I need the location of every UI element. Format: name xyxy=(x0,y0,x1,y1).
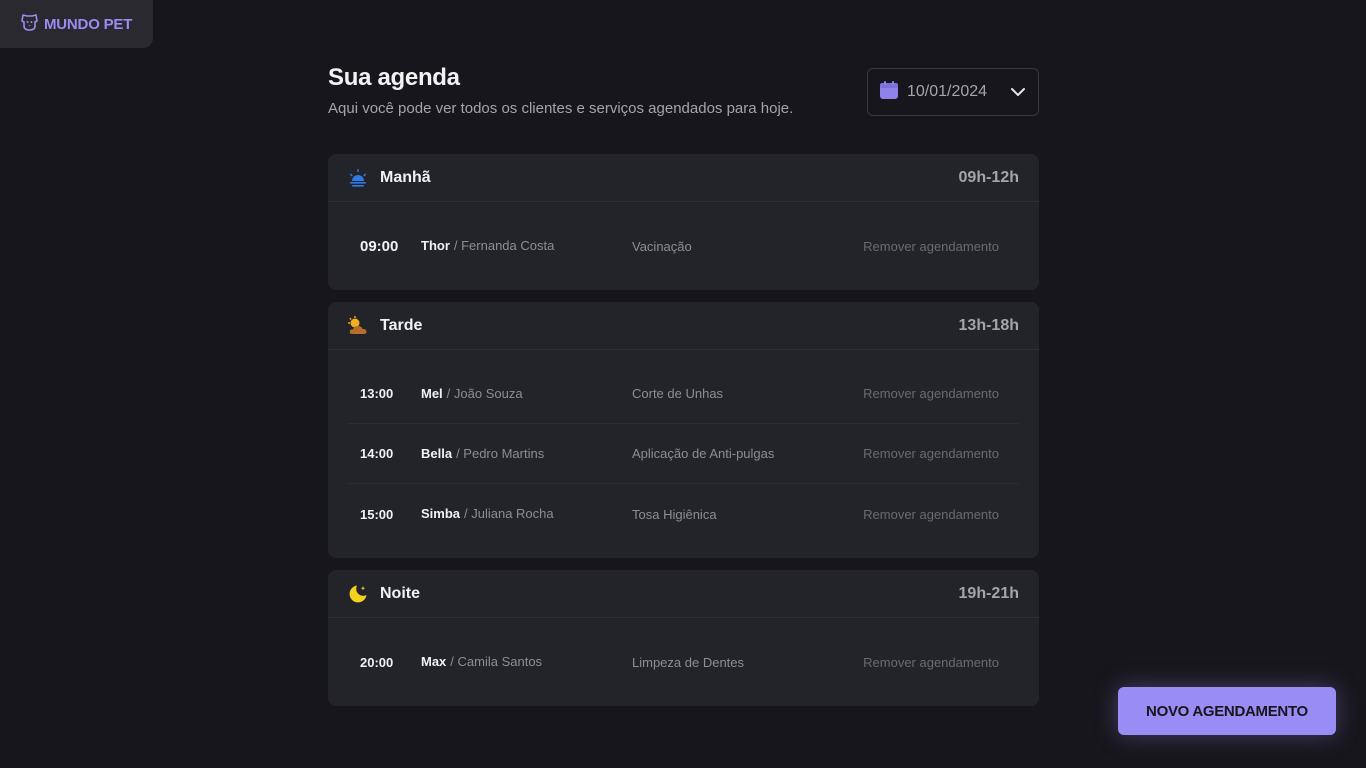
appointment-time: 15:00 xyxy=(360,506,394,522)
page-header: Sua agenda Aqui você pode ver todos os c… xyxy=(328,64,1039,120)
remove-appointment-button[interactable]: Remover agendamento xyxy=(863,386,999,401)
period-morning: Manhã 09h-12h 09:00 Thor / Fernanda Costa… xyxy=(328,154,1039,290)
owner-name: / Juliana Rocha xyxy=(464,506,554,521)
remove-appointment-button[interactable]: Remover agendamento xyxy=(863,239,999,254)
service-name: Aplicação de Anti-pulgas xyxy=(632,446,775,461)
brand-name: MUNDO PET xyxy=(44,15,133,33)
dog-icon xyxy=(20,13,39,36)
pet-name: Max xyxy=(421,654,447,669)
appointment-row: 09:00 Thor / Fernanda Costa Vacinação Rem… xyxy=(348,216,1019,276)
moon-icon xyxy=(348,584,368,604)
owner-name: / Camila Santos xyxy=(450,654,543,669)
calendar-icon xyxy=(879,80,899,105)
chevron-down-icon xyxy=(1010,84,1026,105)
remove-appointment-button[interactable]: Remover agendamento xyxy=(863,507,999,522)
appointment-time: 09:00 xyxy=(360,237,399,255)
service-name: Corte de Unhas xyxy=(632,386,724,401)
new-appointment-button[interactable]: NOVO AGENDAMENTO xyxy=(1118,687,1336,735)
period-name: Noite xyxy=(380,584,420,602)
period-header: Manhã 09h-12h xyxy=(328,154,1039,202)
appointment-row: 13:00 Mel / João Souza Corte de Unhas Rem… xyxy=(348,364,1019,424)
pet-name: Simba xyxy=(421,506,461,521)
service-name: Vacinação xyxy=(632,238,692,254)
owner-name: / Pedro Martins xyxy=(456,445,545,461)
service-name: Limpeza de Dentes xyxy=(632,654,745,670)
date-picker[interactable]: 10/01/2024 xyxy=(867,68,1039,116)
pet-name: Bella xyxy=(421,445,453,461)
appointment-row: 15:00 Simba / Juliana Rocha Tosa Higiênic… xyxy=(348,484,1019,544)
owner-name: / Fernanda Costa xyxy=(453,238,555,253)
appointment-row: 20:00 Max / Camila Santos Limpeza de Dent… xyxy=(348,632,1019,692)
period-header: Tarde 13h-18h xyxy=(328,302,1039,350)
remove-appointment-button[interactable]: Remover agendamento xyxy=(863,655,999,670)
owner-name: / João Souza xyxy=(446,385,523,401)
period-night: Noite 19h-21h 20:00 Max / Camila Santos L… xyxy=(328,570,1039,706)
period-afternoon: Tarde 13h-18h 13:00 Mel / João Souza Cort… xyxy=(328,302,1039,558)
pet-name: Thor xyxy=(421,238,450,253)
remove-appointment-button[interactable]: Remover agendamento xyxy=(863,446,999,461)
period-range: 13h-18h xyxy=(958,316,1019,334)
appointment-time: 13:00 xyxy=(360,386,394,401)
date-value: 10/01/2024 xyxy=(907,83,988,100)
appointment-time: 14:00 xyxy=(360,446,394,461)
period-range: 19h-21h xyxy=(958,584,1019,602)
period-name: Manhã xyxy=(380,168,431,186)
sunrise-icon xyxy=(348,168,368,188)
period-name: Tarde xyxy=(380,316,423,334)
period-range: 09h-12h xyxy=(958,168,1019,186)
pet-name: Mel xyxy=(421,385,443,401)
service-name: Tosa Higiênica xyxy=(632,506,717,522)
cloud-sun-icon xyxy=(348,315,368,336)
appointment-row: 14:00 Bella / Pedro Martins Aplicação de … xyxy=(348,424,1019,484)
brand-logo[interactable]: MUNDO PET xyxy=(0,0,153,48)
period-header: Noite 19h-21h xyxy=(328,570,1039,618)
appointment-time: 20:00 xyxy=(360,654,394,670)
